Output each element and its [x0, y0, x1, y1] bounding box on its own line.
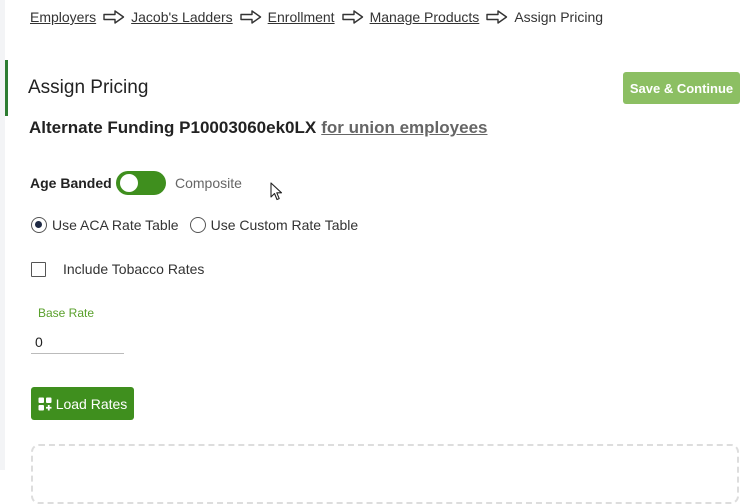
breadcrumb-employers[interactable]: Employers: [30, 9, 96, 25]
tobacco-rates-row: Include Tobacco Rates: [31, 261, 204, 277]
arrow-right-icon: [103, 10, 125, 24]
arrow-right-icon: [486, 10, 508, 24]
include-tobacco-rates-checkbox[interactable]: [31, 261, 46, 277]
breadcrumb-current: Assign Pricing: [514, 9, 604, 25]
aca-rate-table-label[interactable]: Use ACA Rate Table: [52, 217, 179, 233]
breadcrumb: Employers Jacob's Ladders Enrollment Man…: [30, 8, 603, 26]
include-tobacco-rates-label[interactable]: Include Tobacco Rates: [63, 261, 204, 277]
product-name: Alternate Funding P10003060ek0LX: [29, 118, 317, 137]
load-rates-label: Load Rates: [55, 395, 128, 412]
base-rate-label: Base Rate: [38, 306, 95, 320]
aca-rate-table-radio[interactable]: [31, 217, 47, 233]
load-rates-button[interactable]: Load Rates: [31, 387, 134, 420]
rate-table-radio-group: Use ACA Rate Table Use Custom Rate Table: [31, 217, 369, 233]
composite-label: Composite: [175, 175, 242, 191]
custom-rate-table-label[interactable]: Use Custom Rate Table: [211, 217, 359, 233]
rates-drop-area: [31, 444, 739, 504]
grid-plus-icon: [38, 397, 52, 410]
section-accent-bar: [5, 60, 8, 116]
arrow-right-icon: [341, 10, 364, 24]
toggle-knob: [120, 174, 138, 192]
product-heading: Alternate Funding P10003060ek0LX for unio…: [29, 118, 487, 138]
age-banded-label: Age Banded: [30, 175, 112, 191]
arrow-right-icon: [239, 10, 262, 24]
save-and-continue-button[interactable]: Save & Continue: [623, 72, 740, 104]
pricing-type-toggle[interactable]: [116, 171, 166, 195]
breadcrumb-jacobs-ladders[interactable]: Jacob's Ladders: [131, 9, 233, 25]
breadcrumb-manage-products[interactable]: Manage Products: [370, 9, 480, 25]
page-title: Assign Pricing: [28, 77, 149, 98]
product-description-link[interactable]: for union employees: [321, 118, 487, 137]
mouse-cursor-icon: [270, 182, 283, 201]
breadcrumb-enrollment[interactable]: Enrollment: [268, 9, 335, 25]
custom-rate-table-radio[interactable]: [189, 217, 206, 233]
base-rate-input[interactable]: [31, 330, 124, 354]
